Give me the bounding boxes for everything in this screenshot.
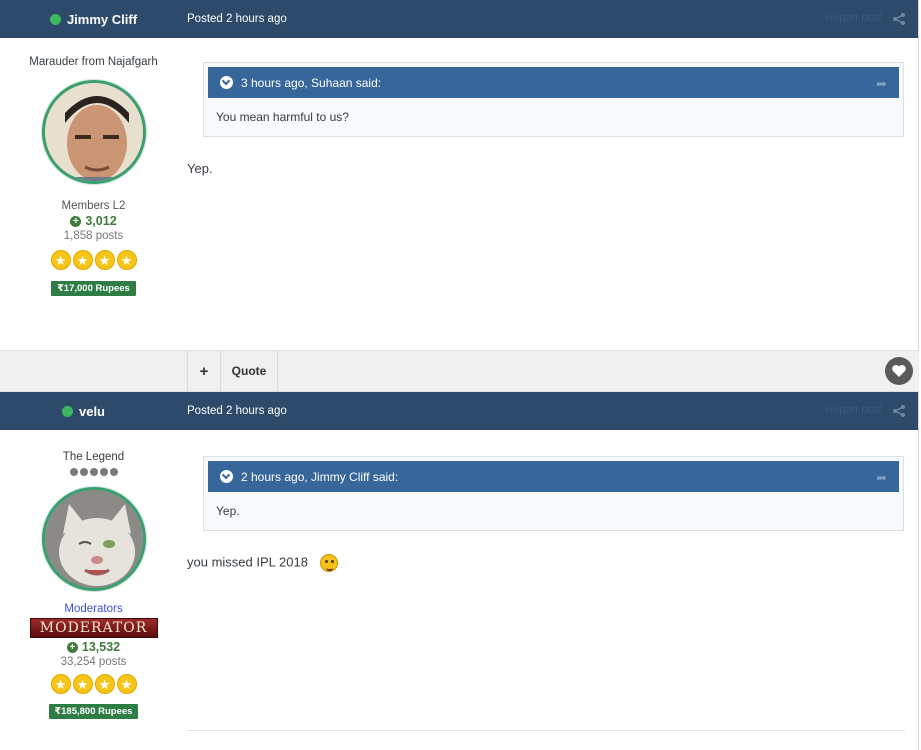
star-icon: ★ bbox=[72, 250, 93, 270]
reputation: + 3,012 bbox=[0, 214, 187, 228]
post-toolbar: + Quote bbox=[0, 350, 919, 392]
reputation-value: 3,012 bbox=[85, 214, 117, 228]
share-icon[interactable] bbox=[892, 404, 906, 418]
quote-text: Yep. bbox=[216, 504, 240, 518]
star-icon: ★ bbox=[94, 250, 115, 270]
quote-text: You mean harmful to us? bbox=[216, 110, 349, 124]
author-block: velu bbox=[0, 404, 187, 419]
post-body: Yep. bbox=[187, 161, 213, 176]
report-post-link[interactable]: Report post bbox=[825, 12, 882, 24]
posted-time: Posted 2 hours ago bbox=[187, 405, 287, 417]
rupees-badge: ₹185,800 Rupees bbox=[48, 704, 139, 719]
plus-circle-icon: + bbox=[66, 641, 78, 653]
share-icon[interactable]: ➦ bbox=[876, 76, 887, 92]
rupees-badge: ₹17,000 Rupees bbox=[51, 281, 136, 296]
moderator-badge: MODERATOR bbox=[29, 618, 158, 638]
avatar[interactable] bbox=[41, 80, 146, 184]
pip-icon bbox=[79, 468, 88, 476]
quote-header[interactable]: 2 hours ago, Jimmy Cliff said: ➦ bbox=[208, 461, 899, 492]
quote-button[interactable]: Quote bbox=[220, 351, 278, 391]
pip-icon bbox=[89, 468, 98, 476]
post-header: velu Posted 2 hours ago Report post bbox=[0, 392, 918, 430]
post-count: 33,254 posts bbox=[60, 656, 127, 668]
member-title: Marauder from Najafgarh bbox=[29, 56, 158, 68]
member-group: Members L2 bbox=[61, 200, 126, 212]
star-icon: ★ bbox=[94, 674, 115, 694]
pip-icon bbox=[99, 468, 108, 476]
quote-header[interactable]: 3 hours ago, Suhaan said: ➦ bbox=[208, 67, 899, 98]
posted-time: Posted 2 hours ago bbox=[187, 13, 287, 25]
laughing-emoji-icon bbox=[319, 554, 338, 572]
quote-block: 2 hours ago, Jimmy Cliff said: ➦ Yep. bbox=[203, 456, 904, 531]
star-icon: ★ bbox=[50, 250, 71, 270]
quote-citation: 3 hours ago, Suhaan said: bbox=[241, 75, 382, 90]
heart-icon[interactable] bbox=[885, 357, 913, 385]
post-1: Jimmy Cliff Posted 2 hours ago Report po… bbox=[0, 0, 919, 350]
member-group: Moderators bbox=[64, 603, 123, 615]
star-icon: ★ bbox=[116, 674, 137, 694]
star-icon: ★ bbox=[50, 674, 71, 694]
post-body-text: you missed IPL 2018 bbox=[187, 554, 308, 570]
post-count: 1,858 posts bbox=[63, 230, 124, 242]
plus-circle-icon: + bbox=[70, 215, 82, 227]
divider bbox=[187, 730, 905, 731]
pip-icon bbox=[109, 468, 118, 476]
chevron-down-icon[interactable] bbox=[220, 470, 233, 483]
rank-pips bbox=[0, 468, 187, 476]
avatar[interactable] bbox=[41, 487, 146, 591]
online-dot-icon bbox=[61, 405, 73, 417]
author-link[interactable]: velu bbox=[79, 404, 105, 419]
author-sidebar: The Legend Moderators MODERATOR + 13,532 bbox=[0, 451, 187, 719]
report-post-link[interactable]: Report post bbox=[825, 404, 882, 416]
multiquote-button[interactable]: + bbox=[187, 351, 220, 391]
star-icon: ★ bbox=[72, 674, 93, 694]
online-dot-icon bbox=[49, 13, 61, 25]
reputation: + 13,532 bbox=[0, 640, 187, 654]
post-2: velu Posted 2 hours ago Report post The … bbox=[0, 392, 919, 750]
star-icon: ★ bbox=[116, 250, 137, 270]
post-body: you missed IPL 2018 bbox=[187, 554, 338, 572]
share-icon[interactable]: ➦ bbox=[876, 470, 887, 486]
rank-stars: ★ ★ ★ ★ bbox=[0, 250, 187, 270]
author-link[interactable]: Jimmy Cliff bbox=[67, 12, 137, 27]
member-title: The Legend bbox=[62, 451, 125, 463]
reputation-value: 13,532 bbox=[81, 640, 121, 654]
rank-stars: ★ ★ ★ ★ bbox=[0, 674, 187, 694]
quote-citation: 2 hours ago, Jimmy Cliff said: bbox=[241, 469, 399, 484]
author-sidebar: Marauder from Najafgarh Members L2 + 3,0… bbox=[0, 56, 187, 296]
share-icon[interactable] bbox=[892, 12, 906, 26]
post-header: Jimmy Cliff Posted 2 hours ago Report po… bbox=[0, 0, 918, 38]
pip-icon bbox=[69, 468, 78, 476]
chevron-down-icon[interactable] bbox=[220, 76, 233, 89]
quote-block: 3 hours ago, Suhaan said: ➦ You mean har… bbox=[203, 62, 904, 137]
author-block: Jimmy Cliff bbox=[0, 12, 187, 27]
